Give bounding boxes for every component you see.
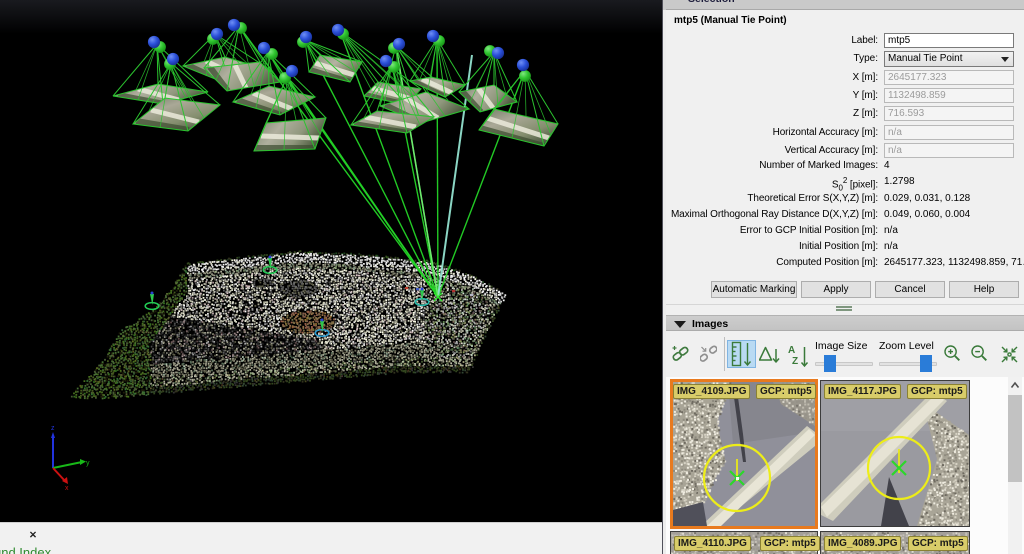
svg-text:y: y: [86, 460, 90, 467]
svg-text:z: z: [51, 425, 55, 432]
svg-text:x: x: [65, 485, 69, 492]
